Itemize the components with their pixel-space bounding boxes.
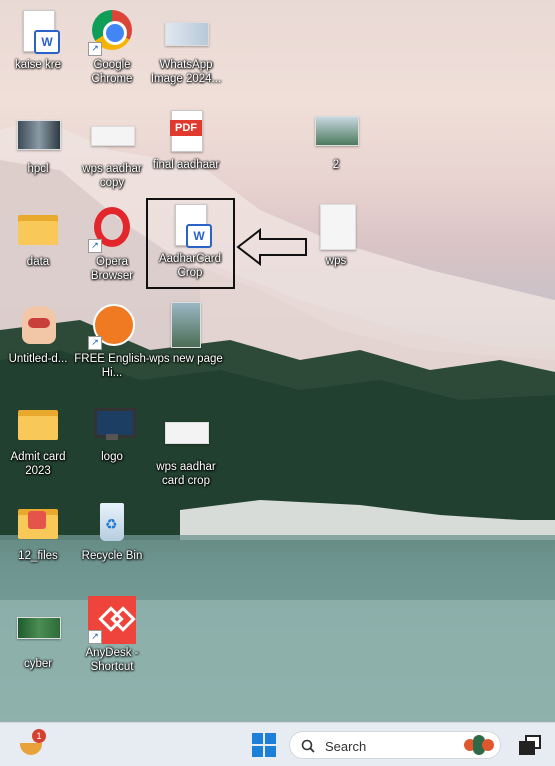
annotation-box: [146, 198, 235, 289]
desktop-icon-recycle-bin[interactable]: ♻ Recycle Bin: [74, 499, 150, 563]
image-thumbnail-icon: [162, 302, 210, 350]
pdf-icon: PDF: [162, 108, 210, 156]
desktop-icon-logo[interactable]: logo: [74, 400, 150, 464]
desktop-icon-admit-card-2023[interactable]: Admit card 2023: [0, 400, 76, 478]
image-thumbnail-icon: [14, 112, 62, 160]
icon-label: cyber: [23, 658, 53, 670]
search-box[interactable]: Search: [289, 731, 501, 759]
icon-label: 12_files: [18, 550, 58, 562]
desktop-icon-untitled-d[interactable]: Untitled-d...: [0, 302, 76, 366]
icon-label: 2: [332, 159, 340, 171]
image-thumbnail-icon: [14, 607, 62, 655]
desktop-icon-wps-new-page[interactable]: wps new page: [148, 302, 224, 366]
desktop-icon-hpcl[interactable]: hpcl: [0, 112, 76, 176]
desktop: W kaise kre hpcl data Untitled-d... Admi…: [0, 0, 555, 722]
opera-icon: ↗: [88, 205, 136, 253]
folder-icon: [14, 205, 62, 253]
image-thumbnail-icon: [162, 410, 210, 458]
desktop-icon-final-aadhaar[interactable]: PDF final aadhaar: [148, 108, 224, 172]
icon-label: Recycle Bin: [81, 550, 143, 562]
desktop-icon-opera-browser[interactable]: ↗ Opera Browser: [74, 205, 150, 283]
image-thumbnail-icon: [162, 8, 210, 56]
icon-label: Untitled-d...: [8, 353, 68, 365]
desktop-icon-wps-aadhar-copy[interactable]: wps aadhar copy: [74, 112, 150, 190]
desktop-icon-whatsapp-image[interactable]: WhatsApp Image 2024...: [148, 8, 224, 86]
folder-icon: [14, 400, 62, 448]
monitor-icon: [88, 400, 136, 448]
food-bowl-icon: [20, 743, 42, 755]
icon-label: Google Chrome: [91, 59, 133, 85]
desktop-icon-wps-aadhar-card-crop[interactable]: wps aadhar card crop: [148, 410, 224, 488]
cartoon-image-icon: [14, 302, 62, 350]
task-view-button[interactable]: [519, 735, 541, 755]
notification-badge: 1: [32, 729, 46, 743]
recycle-bin-icon: ♻: [88, 499, 136, 547]
arrow-annotation: [236, 228, 307, 266]
icon-label: AnyDesk - Shortcut: [85, 647, 139, 673]
icon-label: logo: [101, 451, 123, 463]
task-view-icon: [519, 735, 541, 755]
chrome-icon: ↗: [88, 8, 136, 56]
image-thumbnail-icon: [312, 108, 360, 156]
image-thumbnail-icon: [88, 112, 136, 160]
icon-label: data: [26, 256, 50, 268]
icon-label: wps new page: [149, 353, 223, 365]
icon-label: Admit card 2023: [10, 451, 66, 477]
desktop-icon-wps[interactable]: wps: [298, 204, 374, 268]
desktop-icon-anydesk-shortcut[interactable]: ↗ AnyDesk - Shortcut: [74, 596, 150, 674]
icon-label: Opera Browser: [90, 256, 134, 282]
icon-label: wps: [325, 255, 347, 267]
icon-label: WhatsApp Image 2024...: [150, 59, 222, 85]
desktop-icon-free-english-hi[interactable]: ↗ FREE English-Hi...: [74, 302, 150, 380]
windows-icon: [252, 733, 276, 757]
desktop-icon-data[interactable]: data: [0, 205, 76, 269]
desktop-icon-cyber[interactable]: cyber: [0, 607, 76, 671]
globe-icon: ↗: [88, 302, 136, 350]
folder-icon: [14, 499, 62, 547]
icon-label: wps aadhar copy: [82, 163, 142, 189]
search-icon: [301, 739, 315, 753]
image-thumbnail-icon: [312, 204, 360, 252]
desktop-icon-12-files[interactable]: 12_files: [0, 499, 76, 563]
search-highlight-image: [464, 735, 494, 757]
desktop-icon-google-chrome[interactable]: ↗ Google Chrome: [74, 8, 150, 86]
icon-label: hpcl: [27, 163, 49, 175]
icon-label: kaise kre: [14, 59, 62, 71]
word-document-icon: W: [14, 8, 62, 56]
desktop-icon-kaise-kre[interactable]: W kaise kre: [0, 8, 76, 72]
icon-label: wps aadhar card crop: [156, 461, 216, 487]
start-button[interactable]: [252, 733, 276, 757]
icon-label: FREE English-Hi...: [74, 353, 150, 379]
desktop-icon-2[interactable]: 2: [298, 108, 374, 172]
notification-widget[interactable]: 1: [18, 729, 48, 759]
icon-label: final aadhaar: [152, 159, 220, 171]
search-label: Search: [325, 739, 367, 754]
anydesk-icon: ↗: [88, 596, 136, 644]
taskbar: 1 Search: [0, 722, 555, 766]
